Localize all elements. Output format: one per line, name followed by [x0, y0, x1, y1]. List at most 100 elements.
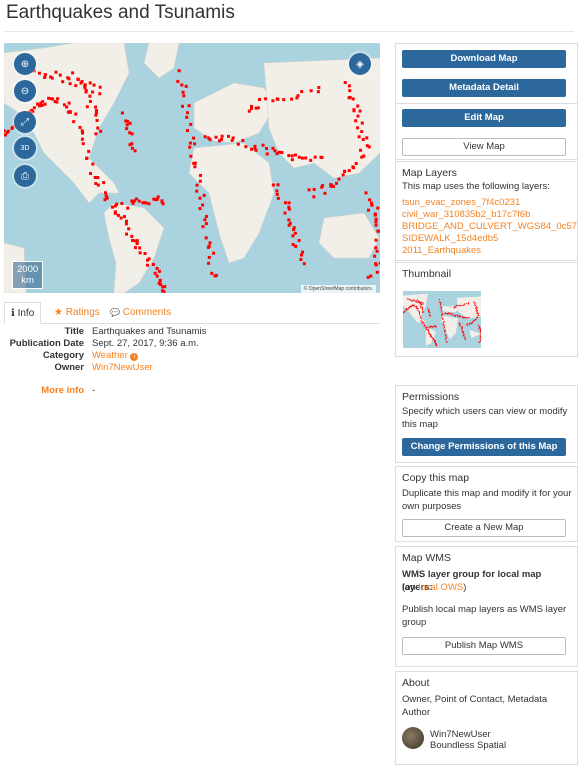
earthquake-point: [317, 86, 321, 90]
earthquake-point: [67, 77, 71, 81]
earthquake-point: [98, 85, 102, 89]
layer-link[interactable]: civil_war_310835b2_b17c7f6b: [402, 209, 530, 220]
earthquake-point: [476, 316, 478, 318]
earthquake-point: [464, 303, 466, 305]
earthquake-point: [341, 173, 345, 177]
wms-on-prefix: (on: [402, 582, 419, 593]
earthquake-point: [83, 86, 87, 90]
earthquake-point: [446, 341, 448, 343]
category-link[interactable]: Weather i: [92, 350, 139, 362]
earthquake-point: [144, 201, 148, 205]
earthquake-point: [299, 257, 303, 261]
more-info-link[interactable]: More info: [41, 385, 84, 397]
layer-link[interactable]: BRIDGE_AND_CULVERT_WGS84_0c57de1f: [402, 221, 577, 232]
earthquake-point: [313, 155, 317, 159]
earthquake-point: [421, 312, 423, 314]
map-canvas: [4, 43, 380, 293]
change-permissions-button[interactable]: Change Permissions of this Map: [402, 438, 566, 456]
earthquake-point: [440, 302, 442, 304]
tab-ratings[interactable]: ★ Ratings: [48, 302, 106, 324]
earthquake-point: [403, 311, 405, 313]
earthquake-point: [413, 299, 415, 301]
map-layers-panel: Map Layers This map uses the following l…: [395, 161, 578, 261]
earthquake-point: [418, 313, 420, 315]
earthquake-point: [157, 269, 161, 273]
fullscreen-icon[interactable]: ⤢: [14, 111, 36, 133]
earthquake-point: [47, 96, 51, 100]
earthquake-point: [283, 211, 287, 215]
earthquake-point: [55, 100, 59, 104]
earthquake-point: [220, 137, 224, 141]
view-map-button[interactable]: View Map: [402, 138, 566, 156]
earthquake-point: [435, 342, 437, 344]
zoom-out-icon[interactable]: ⊖: [14, 80, 36, 102]
info-row-category: Category Weather i: [4, 350, 380, 362]
owner-link[interactable]: Win7NewUser: [92, 362, 153, 374]
earthquake-point: [302, 262, 306, 266]
edit-map-button[interactable]: Edit Map: [402, 109, 566, 127]
local-ows-link[interactable]: local OWS: [418, 582, 463, 593]
layer-link[interactable]: tsun_evac_zones_7f4c0231: [402, 197, 520, 208]
layers-icon[interactable]: ◈: [349, 53, 371, 75]
earthquake-point: [419, 317, 421, 319]
earthquake-point: [478, 341, 480, 343]
3d-icon[interactable]: 3D: [14, 137, 36, 159]
earthquake-point: [428, 327, 430, 329]
tab-comments[interactable]: 💬 Comments: [104, 302, 177, 324]
earthquake-point: [430, 335, 432, 337]
tab-info[interactable]: ℹ Info: [4, 302, 42, 324]
download-map-button[interactable]: Download Map: [402, 50, 566, 68]
layer-link[interactable]: 2011_Earthquakes: [402, 245, 481, 256]
earthquake-point: [367, 208, 371, 212]
info-row-date: Publication Date Sept. 27, 2017, 9:36 a.…: [4, 338, 380, 350]
earthquake-point: [291, 234, 295, 238]
earthquake-point: [479, 339, 481, 341]
metadata-detail-button[interactable]: Metadata Detail: [402, 79, 566, 97]
earthquake-point: [414, 301, 416, 303]
print-icon[interactable]: ⎙: [14, 165, 36, 187]
earthquake-point: [470, 322, 472, 324]
earthquake-point: [184, 84, 188, 88]
earthquake-point: [412, 300, 414, 302]
earthquake-point: [378, 261, 380, 265]
zoom-in-icon[interactable]: ⊕: [14, 53, 36, 75]
earthquake-point: [477, 312, 479, 314]
earthquake-point: [431, 336, 433, 338]
earthquake-point: [135, 197, 139, 201]
avatar[interactable]: [402, 727, 424, 749]
map-attribution[interactable]: © OpenStreetMap contributors.: [300, 285, 376, 293]
earthquake-point: [319, 155, 323, 159]
earthquake-point: [462, 304, 464, 306]
earthquake-point: [130, 132, 134, 136]
earthquake-point: [441, 310, 443, 312]
scale-value: 2000: [17, 264, 39, 275]
earthquake-point: [37, 104, 41, 108]
earthquake-point: [276, 183, 280, 187]
earthquake-point: [407, 309, 409, 311]
earthquake-point: [443, 325, 445, 327]
earthquake-point: [296, 94, 300, 98]
create-new-map-button[interactable]: Create a New Map: [402, 519, 566, 537]
earthquake-point: [261, 143, 265, 147]
earthquake-point: [472, 321, 474, 323]
map-thumbnail[interactable]: [403, 291, 481, 348]
earthquake-point: [451, 314, 453, 316]
earthquake-point: [442, 314, 444, 316]
earthquake-point: [297, 155, 301, 159]
earthquake-point: [275, 192, 279, 196]
earthquake-point: [153, 271, 157, 275]
category-value[interactable]: Weather: [92, 350, 128, 361]
publish-map-wms-button[interactable]: Publish Map WMS: [402, 637, 566, 655]
layer-link[interactable]: SIDEWALK_15d4edb5: [402, 233, 498, 244]
earthquake-point: [420, 320, 422, 322]
earthquake-point: [103, 191, 107, 195]
earthquake-point: [461, 327, 463, 329]
earthquake-point: [241, 139, 245, 143]
permissions-text: Specify which users can view or modify t…: [402, 406, 568, 430]
map-viewer[interactable]: ⊕ ⊖ ⤢ 3D ⎙ ◈ 2000 km © OpenStreetMap con…: [4, 43, 380, 293]
earthquake-point: [282, 98, 286, 102]
earthquake-point: [419, 314, 421, 316]
earthquake-point: [435, 326, 437, 328]
earthquake-point: [80, 80, 84, 84]
earthquake-point: [347, 84, 351, 88]
